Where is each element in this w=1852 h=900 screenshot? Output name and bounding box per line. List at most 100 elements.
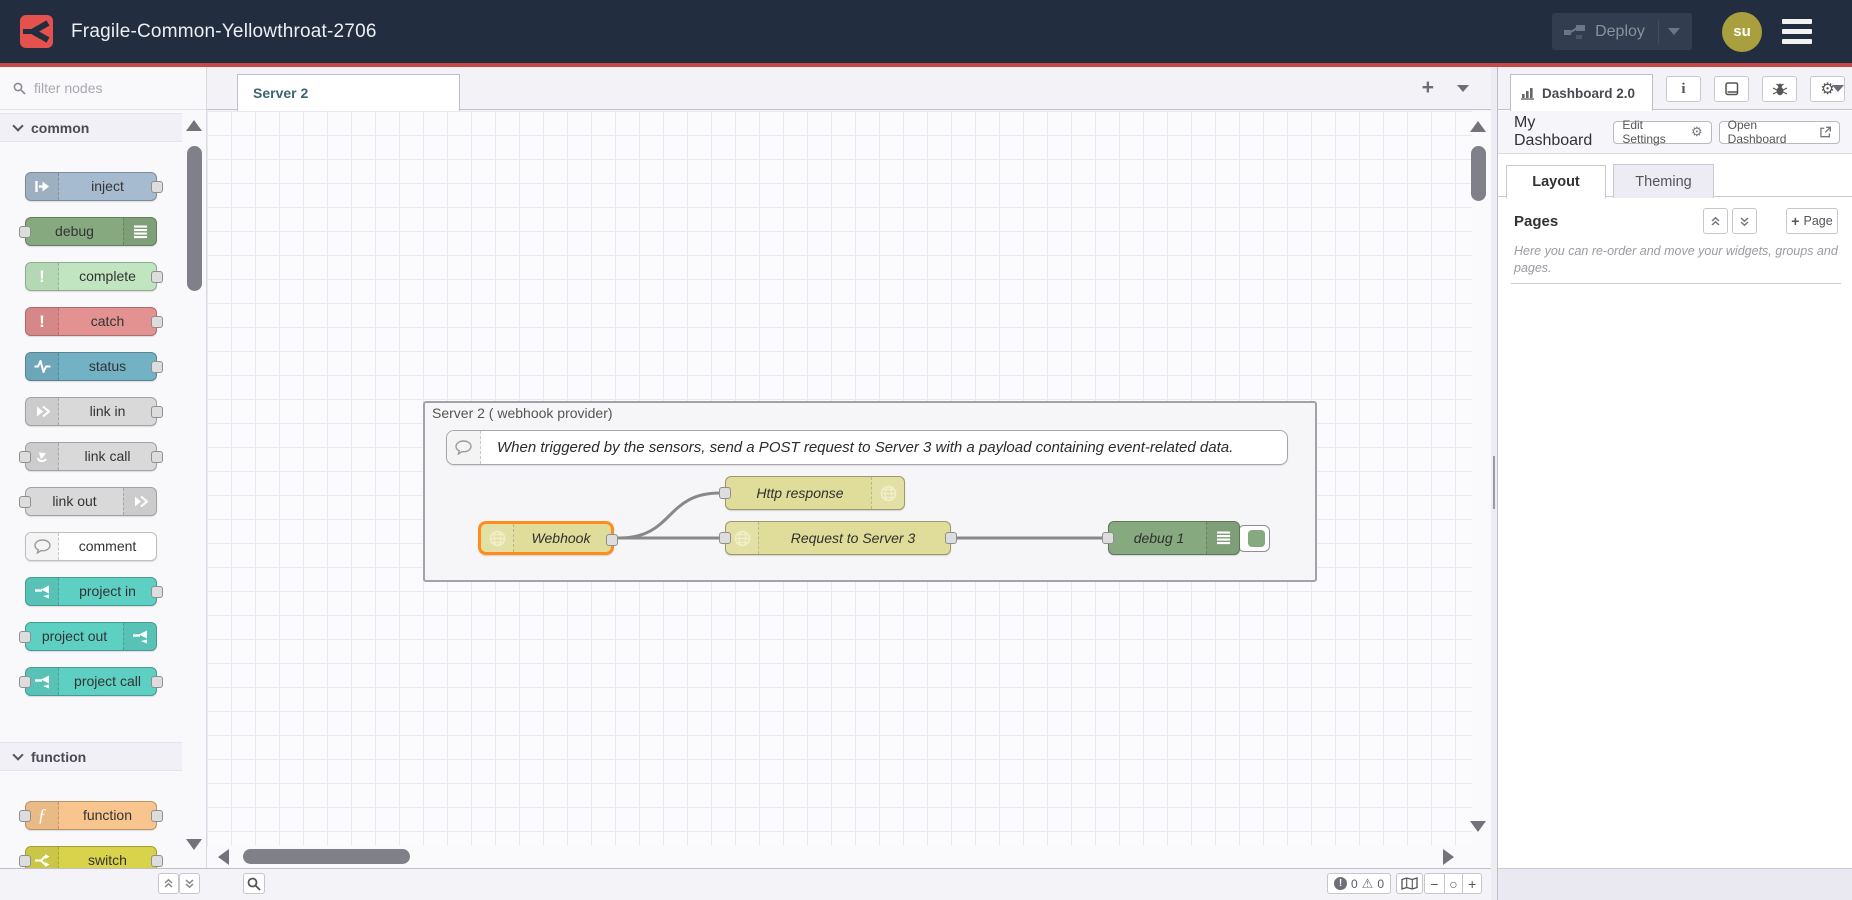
- palette-node-function[interactable]: ƒfunction: [25, 801, 157, 830]
- move-page-down-button[interactable]: [1732, 208, 1757, 234]
- canvas-vscrollbar-thumb[interactable]: [1471, 146, 1486, 201]
- zoom-in-button[interactable]: +: [1462, 873, 1481, 894]
- palette-node-status[interactable]: status: [25, 352, 157, 381]
- flow-node-debug1[interactable]: debug 1: [1108, 521, 1240, 555]
- input-port[interactable]: [1102, 532, 1114, 544]
- output-port[interactable]: [151, 406, 163, 418]
- main-menu-button[interactable]: [1782, 19, 1812, 44]
- globe-icon: [481, 524, 514, 552]
- search-flows-button[interactable]: [243, 873, 265, 894]
- input-port[interactable]: [719, 487, 731, 499]
- palette-node-project-out[interactable]: project out: [25, 622, 157, 651]
- canvas-scroll-left-arrow[interactable]: [218, 849, 229, 865]
- flow-node-http-response[interactable]: Http response: [725, 476, 905, 510]
- status-pulse-icon: [26, 353, 59, 380]
- tab-dashboard-2-0[interactable]: Dashboard 2.0: [1510, 74, 1653, 111]
- input-port[interactable]: [19, 855, 31, 867]
- canvas-scroll-right-arrow[interactable]: [1443, 849, 1454, 865]
- palette-node-debug[interactable]: debug: [25, 217, 157, 246]
- palette-node-label: catch: [59, 308, 156, 335]
- output-port[interactable]: [151, 586, 163, 598]
- edit-settings-button[interactable]: Edit Settings ⚙: [1613, 121, 1711, 144]
- tab-server-2[interactable]: Server 2: [237, 74, 460, 111]
- palette-node-label: debug: [26, 218, 123, 245]
- input-port[interactable]: [719, 532, 731, 544]
- flow-list-chevron-icon[interactable]: [1457, 85, 1469, 92]
- user-avatar[interactable]: su: [1722, 12, 1762, 52]
- info-tab-button[interactable]: i: [1666, 76, 1701, 102]
- palette-node-project-call[interactable]: project call: [25, 667, 157, 696]
- palette-node-link-out[interactable]: link out: [25, 487, 157, 516]
- add-page-button[interactable]: + Page: [1786, 208, 1838, 234]
- dashboard-header-row: My Dashboard Edit Settings ⚙ Open Dashbo…: [1498, 111, 1852, 154]
- palette-category-function[interactable]: function: [0, 742, 182, 771]
- output-port[interactable]: [606, 534, 618, 546]
- expand-palette-categories-button[interactable]: [179, 873, 200, 894]
- output-port[interactable]: [151, 676, 163, 688]
- flow-canvas[interactable]: Server 2 ( webhook provider) When trigge…: [207, 111, 1491, 846]
- input-port[interactable]: [19, 496, 31, 508]
- move-page-up-button[interactable]: [1703, 208, 1728, 234]
- output-port[interactable]: [151, 271, 163, 283]
- palette-scroll-down-arrow[interactable]: [186, 839, 202, 850]
- debug-tab-button[interactable]: [1762, 76, 1797, 102]
- input-port[interactable]: [19, 631, 31, 643]
- canvas-scroll-up-arrow[interactable]: [1470, 121, 1486, 132]
- palette-node-inject[interactable]: inject: [25, 172, 157, 201]
- flow-node-webhook[interactable]: Webhook: [478, 521, 614, 555]
- flow-node-request[interactable]: Request to Server 3: [725, 521, 951, 555]
- node-palette: common inject debug !complete !catch status li…: [0, 67, 207, 868]
- output-port[interactable]: [151, 316, 163, 328]
- flow-tab-bar: Server 2 +: [207, 67, 1491, 110]
- map-icon: [1401, 877, 1418, 890]
- palette-node-link-call[interactable]: link call: [25, 442, 157, 471]
- palette-scroll-up-arrow[interactable]: [186, 120, 202, 131]
- input-port[interactable]: [19, 451, 31, 463]
- open-dashboard-button[interactable]: Open Dashboard: [1719, 121, 1840, 144]
- palette-node-label: project in: [59, 578, 156, 605]
- output-port[interactable]: [151, 855, 163, 867]
- palette-category-common[interactable]: common: [0, 113, 182, 142]
- comment-bubble-icon: [26, 533, 59, 560]
- deploy-options-chevron-icon[interactable]: [1668, 28, 1680, 35]
- palette-node-complete[interactable]: !complete: [25, 262, 157, 291]
- output-port[interactable]: [151, 810, 163, 822]
- deploy-button[interactable]: Deploy: [1552, 13, 1692, 50]
- output-port[interactable]: [945, 532, 957, 544]
- palette-node-catch[interactable]: !catch: [25, 307, 157, 336]
- tab-layout[interactable]: Layout: [1506, 165, 1606, 199]
- palette-node-link-in[interactable]: link in: [25, 397, 157, 426]
- sidebar-tab-bar: Dashboard 2.0 i ⚙: [1498, 67, 1852, 110]
- output-port[interactable]: [151, 181, 163, 193]
- canvas-scroll-down-arrow[interactable]: [1470, 821, 1486, 832]
- palette-node-label: function: [59, 802, 156, 829]
- deploy-icon: [1564, 24, 1586, 40]
- debug-enable-toggle[interactable]: [1238, 525, 1270, 552]
- palette-node-comment[interactable]: comment: [25, 532, 157, 561]
- palette-scrollbar-thumb[interactable]: [187, 146, 202, 291]
- input-port[interactable]: [19, 810, 31, 822]
- palette-filter-input[interactable]: [34, 80, 184, 96]
- toggle-navigator-button[interactable]: [1396, 873, 1423, 894]
- globe-icon: [871, 477, 904, 509]
- dashboard-title: My Dashboard: [1514, 114, 1613, 150]
- collapse-palette-categories-button[interactable]: [158, 873, 179, 894]
- palette-node-switch[interactable]: switch: [25, 846, 157, 868]
- notifications-status[interactable]: ! 0 ⚠ 0: [1327, 873, 1391, 894]
- tab-theming[interactable]: Theming: [1613, 164, 1714, 198]
- help-tab-button[interactable]: [1714, 76, 1749, 102]
- output-port[interactable]: [151, 451, 163, 463]
- input-port[interactable]: [19, 676, 31, 688]
- output-port[interactable]: [151, 361, 163, 373]
- sidebar-tabs-chevron-icon[interactable]: [1832, 85, 1844, 92]
- add-flow-button[interactable]: +: [1422, 77, 1434, 98]
- palette-node-label: comment: [59, 533, 156, 560]
- palette-node-label: status: [59, 353, 156, 380]
- canvas-hscrollbar-thumb[interactable]: [243, 849, 410, 864]
- zoom-out-button[interactable]: −: [1425, 873, 1444, 894]
- sidebar-footer: [1498, 868, 1852, 900]
- palette-node-project-in[interactable]: project in: [25, 577, 157, 606]
- input-port[interactable]: [19, 226, 31, 238]
- warning-icon: ⚠: [1362, 876, 1374, 892]
- zoom-reset-button[interactable]: ○: [1444, 873, 1463, 894]
